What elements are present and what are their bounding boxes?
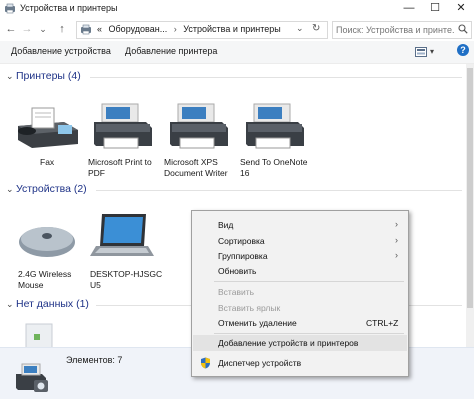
up-button[interactable]: ↑ <box>55 22 69 36</box>
submenu-arrow-icon: › <box>395 250 398 260</box>
menu-item-paste-shortcut[interactable]: Вставить ярлык <box>193 300 407 316</box>
breadcrumb: « Оборудован... › Устройства и принтеры <box>97 24 281 34</box>
recent-locations-button[interactable]: ⌄ <box>36 22 50 36</box>
maximize-button[interactable]: ☐ <box>422 0 448 17</box>
window-title: Устройства и принтеры <box>20 3 118 13</box>
printers-group-header[interactable]: ⌄ Принтеры (4) <box>6 70 81 82</box>
device-label: Microsoft XPS Document Writer <box>164 157 228 178</box>
printer-icon <box>246 103 304 149</box>
devices-printers-icon <box>81 24 91 35</box>
device-label: 2.4G Wireless Mouse <box>18 269 72 290</box>
menu-item-paste[interactable]: Вставить <box>193 284 407 300</box>
group-divider <box>90 77 462 78</box>
menu-item-label: Вставить ярлык <box>218 303 281 313</box>
breadcrumb-overflow[interactable]: « <box>97 24 102 34</box>
devices-group-header[interactable]: ⌄ Устройства (2) <box>6 183 87 195</box>
title-bar: Устройства и принтеры — ☐ ✕ <box>0 0 474 17</box>
back-button[interactable]: ← <box>4 22 18 36</box>
address-bar[interactable]: « Оборудован... › Устройства и принтеры … <box>76 21 328 39</box>
submenu-arrow-icon: › <box>395 219 398 229</box>
collapse-chevron-icon[interactable]: ⌄ <box>6 71 16 82</box>
menu-item-undo-delete[interactable]: Отменить удаление CTRL+Z <box>193 315 407 331</box>
laptop-icon <box>90 214 154 256</box>
mouse-icon <box>19 227 75 257</box>
unknown-device-icon <box>25 323 53 347</box>
search-box <box>332 21 472 39</box>
menu-item-label: Добавление устройств и принтеров <box>218 338 359 348</box>
device-label: DESKTOP-HJSGC U5 <box>90 269 163 290</box>
device-item-unknown[interactable] <box>14 320 84 347</box>
nodata-group-header[interactable]: ⌄ Нет данных (1) <box>6 298 89 310</box>
printer-icon <box>170 103 228 149</box>
refresh-button[interactable]: ↻ <box>312 23 320 34</box>
menu-item-device-manager[interactable]: Диспетчер устройств <box>193 355 407 371</box>
menu-separator <box>214 333 404 334</box>
menu-item-label: Вставить <box>218 287 255 297</box>
menu-item-label: Отменить удаление <box>218 318 297 328</box>
collapse-chevron-icon[interactable]: ⌄ <box>6 299 16 310</box>
printer-icon <box>94 103 152 149</box>
breadcrumb-item-hardware[interactable]: Оборудован... <box>109 24 168 34</box>
nodata-group-title: Нет данных (1) <box>16 298 89 310</box>
menu-item-shortcut: CTRL+Z <box>366 318 399 328</box>
address-dropdown-button[interactable]: ⌄ <box>296 23 304 34</box>
device-label: Send To OneNote 16 <box>240 157 308 178</box>
minimize-button[interactable]: — <box>396 0 422 17</box>
help-button[interactable]: ? <box>457 44 469 56</box>
menu-item-label: Диспетчер устройств <box>218 358 302 368</box>
command-bar: Добавление устройства Добавление принтер… <box>0 41 474 64</box>
collapse-chevron-icon[interactable]: ⌄ <box>6 184 16 195</box>
menu-item-refresh[interactable]: Обновить <box>193 263 407 279</box>
context-menu: Вид › Сортировка › Группировка › Обновит… <box>191 210 409 377</box>
vertical-scrollbar[interactable] <box>466 64 474 347</box>
menu-item-label: Обновить <box>218 266 257 276</box>
address-row: ← → ⌄ ↑ « Оборудован... › Устройства и п… <box>0 17 474 41</box>
breadcrumb-separator[interactable]: › <box>174 24 177 34</box>
search-icon[interactable] <box>458 24 468 34</box>
forward-button[interactable]: → <box>20 22 34 36</box>
breadcrumb-item-devices[interactable]: Устройства и принтеры <box>183 24 281 34</box>
menu-item-label: Сортировка <box>218 236 265 246</box>
devices-printers-icon <box>5 3 15 14</box>
menu-separator <box>214 281 404 282</box>
shield-icon <box>201 357 210 369</box>
printers-group-title: Принтеры (4) <box>16 70 81 82</box>
add-device-button[interactable]: Добавление устройства <box>11 46 111 56</box>
group-divider <box>96 190 462 191</box>
menu-item-view[interactable]: Вид › <box>193 217 407 233</box>
scrollbar-thumb[interactable] <box>467 68 473 308</box>
menu-item-add-devices-printers[interactable]: Добавление устройств и принтеров <box>193 335 407 351</box>
menu-item-group[interactable]: Группировка › <box>193 248 407 264</box>
search-input[interactable] <box>336 23 454 36</box>
device-label: Microsoft Print to PDF <box>88 157 152 178</box>
add-printer-button[interactable]: Добавление принтера <box>125 46 217 56</box>
submenu-arrow-icon: › <box>395 235 398 245</box>
item-count: Элементов: 7 <box>66 355 123 365</box>
devices-group-title: Устройства (2) <box>16 183 87 195</box>
menu-item-label: Вид <box>218 220 234 230</box>
close-button[interactable]: ✕ <box>448 0 474 17</box>
menu-item-label: Группировка <box>218 251 268 261</box>
fax-icon <box>18 107 78 148</box>
devices-printers-icon <box>16 363 48 392</box>
menu-item-sort[interactable]: Сортировка › <box>193 233 407 249</box>
view-dropdown-button[interactable]: ▾ <box>430 47 434 56</box>
view-options-icon[interactable] <box>415 47 427 57</box>
